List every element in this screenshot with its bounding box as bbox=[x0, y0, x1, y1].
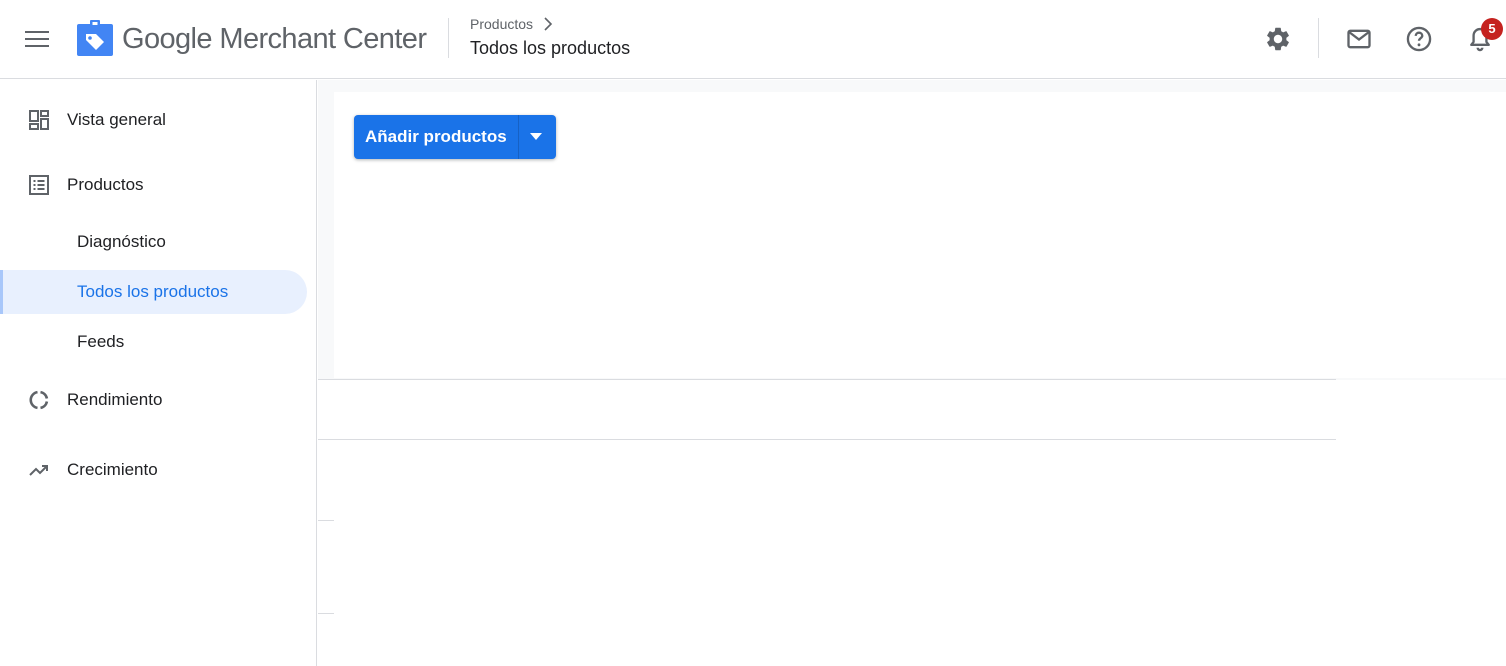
add-products-label: Añadir productos bbox=[365, 127, 507, 146]
sidebar-item-label: Productos bbox=[67, 175, 144, 194]
chevron-right-icon bbox=[544, 17, 553, 31]
sidebar-subitem-diagnostico[interactable]: Diagnóstico bbox=[0, 220, 307, 264]
button-split-divider bbox=[518, 115, 519, 159]
settings-icon[interactable] bbox=[1264, 25, 1292, 53]
header-divider bbox=[448, 18, 449, 58]
sidebar-item-label: Crecimiento bbox=[67, 460, 158, 479]
content-divider bbox=[318, 379, 1336, 380]
sidebar-item-vista-general[interactable]: Vista general bbox=[0, 98, 307, 142]
sidebar-subitem-label: Feeds bbox=[77, 332, 125, 351]
sidebar-item-productos[interactable]: Productos bbox=[0, 163, 307, 207]
brand-google: Google bbox=[122, 23, 213, 55]
sidebar-subitem-label: Todos los productos bbox=[77, 282, 229, 301]
brand-product: Merchant Center bbox=[219, 23, 427, 55]
dashboard-icon bbox=[29, 110, 49, 130]
trending-up-icon bbox=[29, 465, 48, 476]
dropdown-arrow-icon[interactable] bbox=[530, 133, 542, 140]
sidebar-item-crecimiento[interactable]: Crecimiento bbox=[0, 448, 307, 492]
donut-chart-icon bbox=[29, 390, 49, 410]
list-icon bbox=[29, 175, 49, 195]
top-app-bar: Google Merchant Center Productos Todos l… bbox=[0, 0, 1506, 79]
help-icon[interactable] bbox=[1405, 25, 1433, 53]
add-products-button[interactable]: Añadir productos bbox=[354, 115, 556, 159]
content-divider bbox=[318, 520, 334, 521]
sidebar-subitem-label: Diagnóstico bbox=[77, 232, 166, 251]
content-divider bbox=[318, 439, 1336, 440]
page-title: Todos los productos bbox=[470, 38, 631, 58]
notifications-badge: 5 bbox=[1481, 18, 1503, 40]
menu-icon[interactable] bbox=[24, 28, 50, 50]
merchant-center-logo[interactable] bbox=[77, 20, 113, 56]
mail-icon[interactable] bbox=[1345, 25, 1373, 53]
sidebar-subitem-todos-los-productos[interactable]: Todos los productos bbox=[0, 270, 307, 314]
sidebar-subitem-feeds[interactable]: Feeds bbox=[0, 320, 307, 364]
header-divider-right bbox=[1318, 18, 1319, 58]
breadcrumb-parent[interactable]: Productos bbox=[470, 16, 533, 32]
sidebar-item-label: Rendimiento bbox=[67, 390, 163, 409]
content-divider bbox=[318, 613, 334, 614]
brand-name: Google Merchant Center bbox=[122, 20, 427, 58]
sidebar-item-label: Vista general bbox=[67, 110, 166, 129]
sidebar: Vista general Productos Diagnóstico Todo… bbox=[0, 80, 317, 666]
sidebar-item-rendimiento[interactable]: Rendimiento bbox=[0, 378, 307, 422]
